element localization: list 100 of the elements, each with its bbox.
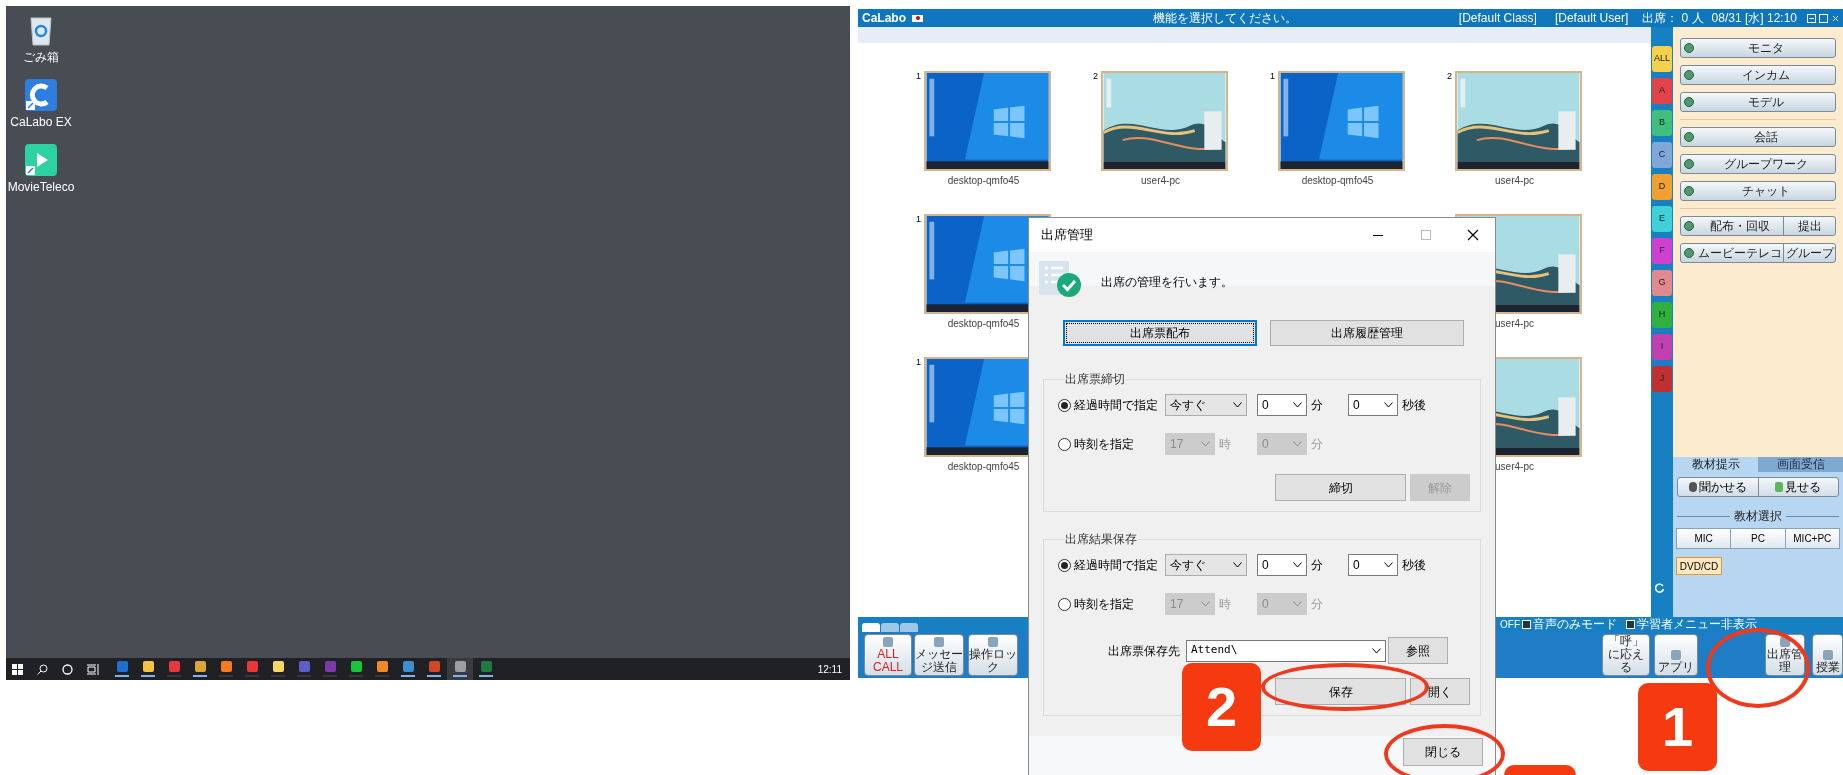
dialog-button[interactable]: 参照 [1388,637,1448,664]
present-button[interactable]: 見せる [1757,478,1838,496]
function-icon [1684,132,1694,142]
computer-name: desktop-qmfo45 [1301,174,1374,188]
toolbar-button[interactable]: 操作ロック [968,634,1018,676]
app-icon[interactable] [194,661,206,672]
function-icon [1684,70,1694,80]
toolbar-button[interactable]: アプリ [1654,634,1698,676]
seat-number: 2 [1093,71,1099,81]
dialog-button[interactable]: 閉じる [1403,738,1483,766]
dropdown[interactable]: 0 [1348,394,1398,416]
app-icon[interactable] [272,661,284,672]
attendance-count: 出席： 0 人 [1642,10,1704,27]
group-title: 出席票締切 [1064,371,1126,388]
function-button[interactable]: 配布・回収 [1681,217,1783,235]
close-icon[interactable] [1467,229,1479,241]
date-time: 08/31 [水] 12:10 [1711,10,1797,27]
checkbox-label: 学習者メニュー非表示 [1637,618,1757,631]
app-name: CaLabo [862,10,906,27]
toolbar-button[interactable]: 授業 [1812,634,1843,676]
checkbox[interactable] [1626,620,1635,629]
desktop-icon-label[interactable]: ごみ箱 [23,48,59,66]
computer-name: user4-pc [1495,460,1534,474]
group-tab[interactable]: F [1652,238,1672,264]
toolbar-icon [1671,650,1681,660]
dialog-button[interactable]: 締切 [1275,474,1406,501]
chevron-down-icon [1384,562,1393,568]
seat-number: 1 [1270,71,1276,81]
dropdown[interactable]: 0 [1257,554,1307,576]
function-button[interactable]: グループ [1783,244,1835,262]
task-view-icon[interactable] [87,663,99,675]
chevron-down-icon [1293,562,1302,568]
toolbar-button[interactable]: メッセージ送信 [914,634,964,676]
checkbox[interactable] [1522,620,1531,629]
group-tab[interactable]: C [1652,142,1672,168]
search-icon[interactable] [37,663,48,675]
source-button[interactable]: DVD/CD [1676,557,1722,575]
group-tab[interactable]: H [1652,302,1672,328]
unit-label: 時 [1219,436,1231,453]
chevron-down-icon [1293,402,1302,408]
dropdown[interactable]: 今すぐ [1165,554,1247,576]
radio-button[interactable] [1058,398,1071,412]
dropdown[interactable]: 0 [1257,394,1307,416]
toolbar-button[interactable]: 出席管理 [1765,634,1805,676]
app-icon[interactable] [220,661,232,672]
toolbar-button[interactable]: 「呼」に応える [1602,634,1650,676]
dialog-button[interactable]: 出席履歴管理 [1270,320,1464,346]
app-icon[interactable] [376,661,388,672]
function-button[interactable]: チャット [1681,182,1835,200]
dropdown[interactable]: 0 [1348,554,1398,576]
source-button[interactable]: MIC [1677,529,1731,548]
group-tab[interactable]: B [1652,110,1672,136]
function-button[interactable]: モニタ [1681,39,1835,57]
function-button[interactable]: 会話 [1681,128,1835,146]
app-icon[interactable] [350,661,362,672]
function-button[interactable]: インカム [1681,66,1835,84]
minimize-icon[interactable] [1373,234,1383,236]
group-tab[interactable]: E [1652,206,1672,232]
present-button[interactable]: 聞かせる [1678,478,1758,496]
panel-tab[interactable]: 画面受信 [1758,457,1843,472]
function-button[interactable]: モデル [1681,93,1835,111]
dialog-button[interactable]: 出席票配布 [1063,320,1257,346]
chevron-down-icon [1233,562,1242,568]
unit-label: 分 [1311,397,1323,414]
windows-logo-icon[interactable] [12,663,23,675]
step-badge: 1 [1638,683,1717,771]
app-icon [25,79,57,111]
desktop-icon-label[interactable]: CaLabo EX [10,113,72,131]
restore-icon[interactable] [1819,13,1828,23]
save-path-field[interactable]: Attend\ [1186,639,1386,662]
function-button[interactable]: 提出 [1783,217,1835,235]
source-button[interactable]: PC [1730,529,1785,548]
group-tab[interactable]: G [1652,270,1672,296]
computer-name: desktop-qmfo45 [947,317,1020,331]
chevron-down-icon [1201,441,1210,447]
dropdown[interactable]: 今すぐ [1165,394,1247,416]
group-tab[interactable]: ALL [1652,46,1672,72]
unit-label: 分 [1311,596,1323,613]
group-tab[interactable]: A [1652,78,1672,104]
source-button[interactable]: MIC+PC [1784,529,1839,548]
function-button[interactable]: ムービーテレコ [1681,244,1783,262]
function-button[interactable]: グループワーク [1681,155,1835,173]
group-tab[interactable]: D [1652,174,1672,200]
toolbar-icon [988,637,998,647]
chevron-down-icon [1384,402,1393,408]
status-text: OFF [1500,618,1520,631]
circle-icon[interactable] [62,663,73,675]
dialog-button[interactable]: 開く [1410,678,1470,705]
app-icon[interactable] [142,661,154,672]
desktop-icon-label[interactable]: MovieTeleco [7,178,75,196]
dialog-button[interactable]: 保存 [1275,678,1406,705]
radio-label: 経過時間で指定 [1074,397,1158,414]
toolbar-button[interactable]: ALL CALL [864,634,912,676]
group-tab[interactable]: I [1652,334,1672,360]
app-icon[interactable] [402,661,414,672]
unit-label: 分 [1311,436,1323,453]
chevron-down-icon [1372,647,1381,654]
radio-button[interactable] [1058,558,1071,572]
refresh-icon[interactable] [1655,583,1665,593]
taskbar-clock[interactable]: 12:11 [817,661,842,677]
